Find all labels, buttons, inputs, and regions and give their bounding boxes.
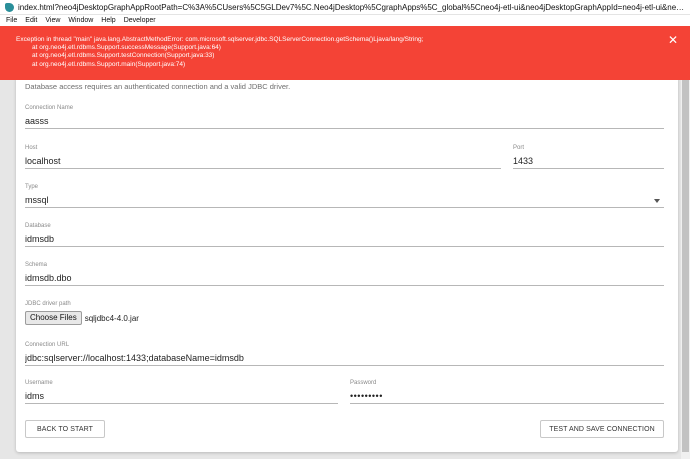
jdbc-driver-field: JDBC driver path Choose Files sqljdbc4-4… [25, 301, 664, 325]
username-field: Username idms [25, 380, 338, 404]
connection-url-input[interactable]: jdbc:sqlserver://localhost:1433;database… [25, 350, 664, 366]
form-intro-text: Database access requires an authenticate… [25, 82, 291, 91]
database-label: Database [25, 223, 51, 229]
window-titlebar: index.html?neo4jDesktopGraphAppRootPath=… [0, 0, 690, 15]
host-label: Host [25, 145, 38, 151]
jdbc-file-picker: Choose Files sqljdbc4-4.0.jar [25, 309, 664, 325]
error-stack-line: at org.neo4j.etl.rdbms.Support.testConne… [32, 52, 215, 60]
schema-field: Schema idmsdb.dbo [25, 262, 664, 286]
password-label: Password [350, 380, 377, 386]
connection-name-label: Connection Name [25, 105, 74, 111]
menu-bar: File Edit View Window Help Developer [0, 15, 690, 26]
schema-label: Schema [25, 262, 48, 268]
type-label: Type [25, 184, 39, 190]
error-stack-line: at org.neo4j.etl.rdbms.Support.successMe… [32, 44, 221, 52]
menu-developer[interactable]: Developer [124, 17, 156, 24]
port-label: Port [513, 145, 525, 151]
schema-input[interactable]: idmsdb.dbo [25, 270, 664, 286]
type-select[interactable]: mssql [25, 192, 664, 208]
back-to-start-button[interactable]: BACK TO START [25, 420, 105, 438]
connection-form-card: Database access requires an authenticate… [16, 76, 678, 452]
test-and-save-connection-button[interactable]: TEST AND SAVE CONNECTION [540, 420, 664, 438]
port-input[interactable]: 1433 [513, 153, 664, 169]
jdbc-driver-label: JDBC driver path [25, 301, 71, 307]
menu-help[interactable]: Help [101, 17, 115, 24]
window-title: index.html?neo4jDesktopGraphAppRootPath=… [18, 2, 688, 12]
error-banner: Exception in thread "main" java.lang.Abs… [0, 26, 690, 80]
scrollbar-thumb[interactable] [682, 34, 689, 452]
menu-view[interactable]: View [45, 17, 60, 24]
database-field: Database idmsdb [25, 223, 664, 247]
menu-window[interactable]: Window [68, 17, 93, 24]
host-field: Host localhost [25, 145, 501, 169]
type-field: Type mssql [25, 184, 664, 208]
menu-file[interactable]: File [6, 17, 17, 24]
choose-files-button[interactable]: Choose Files [25, 311, 82, 325]
host-input[interactable]: localhost [25, 153, 501, 169]
username-input[interactable]: idms [25, 388, 338, 404]
menu-edit[interactable]: Edit [25, 17, 37, 24]
username-label: Username [25, 380, 53, 386]
connection-url-field: Connection URL jdbc:sqlserver://localhos… [25, 342, 664, 366]
connection-url-label: Connection URL [25, 342, 70, 348]
port-field: Port 1433 [513, 145, 664, 169]
database-input[interactable]: idmsdb [25, 231, 664, 247]
connection-name-field: Connection Name aasss [25, 105, 664, 129]
error-stack-line: at org.neo4j.etl.rdbms.Support.main(Supp… [32, 60, 186, 68]
close-icon[interactable]: ✕ [668, 34, 678, 46]
chevron-down-icon[interactable] [654, 199, 660, 203]
password-input[interactable]: ••••••••• [350, 388, 664, 404]
password-field: Password ••••••••• [350, 380, 664, 404]
neo4j-app-icon [5, 2, 14, 12]
error-message: Exception in thread "main" java.lang.Abs… [16, 36, 424, 43]
connection-name-input[interactable]: aasss [25, 113, 664, 129]
jdbc-file-name: sqljdbc4-4.0.jar [84, 313, 139, 323]
